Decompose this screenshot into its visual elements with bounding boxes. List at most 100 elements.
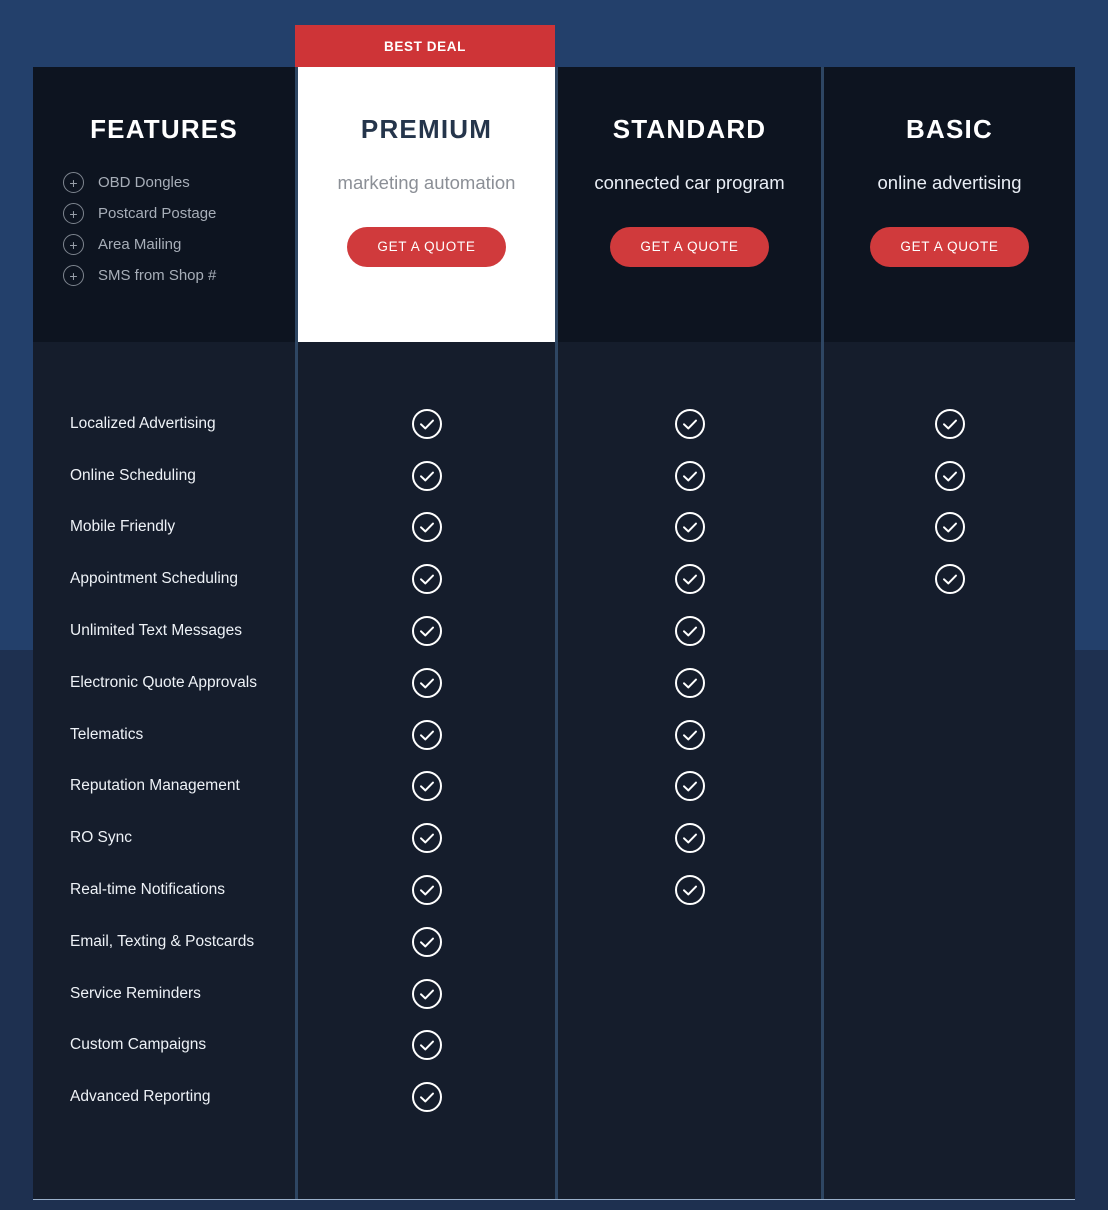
extra-item-label: SMS from Shop #	[98, 267, 217, 284]
premium-check-rows	[298, 342, 555, 1200]
check-circle-icon	[674, 719, 706, 751]
check-circle-icon	[411, 719, 443, 751]
column-basic: BASIC online advertising GET A QUOTE	[821, 67, 1075, 1200]
feature-row-label: Appointment Scheduling	[70, 570, 239, 588]
feature-cell-empty	[934, 874, 966, 906]
table-body: FEATURES + OBD Dongles + Postcard Postag…	[33, 67, 1075, 1201]
feature-row-label: Mobile Friendly	[70, 518, 176, 536]
feature-row-label: Reputation Management	[70, 777, 240, 795]
feature-row-label: Telematics	[70, 725, 144, 743]
feature-cell-empty	[674, 1029, 706, 1061]
extra-item-sms-from-shop[interactable]: + SMS from Shop #	[63, 260, 295, 291]
plan-subtitle-standard: connected car program	[594, 172, 785, 193]
features-header: FEATURES + OBD Dongles + Postcard Postag…	[33, 67, 295, 342]
feature-row-label: Service Reminders	[70, 984, 201, 1002]
feature-cell-standard	[558, 553, 821, 605]
plan-subtitle-premium: marketing automation	[337, 172, 516, 193]
basic-check-rows	[824, 342, 1075, 1200]
feature-cell-basic	[824, 968, 1075, 1020]
feature-cell-empty	[674, 1081, 706, 1113]
feature-cell-basic	[824, 761, 1075, 813]
get-a-quote-button-standard[interactable]: GET A QUOTE	[610, 227, 769, 267]
extra-item-label: OBD Dongles	[98, 174, 190, 191]
best-deal-badge: BEST DEAL	[295, 25, 555, 67]
feature-cell-standard	[558, 968, 821, 1020]
standard-header: STANDARD connected car program GET A QUO…	[558, 67, 821, 342]
feature-cell-basic	[824, 916, 1075, 968]
feature-cell-empty	[934, 615, 966, 647]
feature-cell-basic	[824, 657, 1075, 709]
basic-header: BASIC online advertising GET A QUOTE	[824, 67, 1075, 342]
premium-header: PREMIUM marketing automation GET A QUOTE	[298, 67, 555, 342]
check-circle-icon	[934, 563, 966, 595]
check-circle-icon	[674, 770, 706, 802]
feature-cell-empty	[674, 978, 706, 1010]
feature-cell-basic	[824, 1071, 1075, 1123]
check-circle-icon	[411, 563, 443, 595]
banner-row: BEST DEAL	[33, 25, 1075, 67]
feature-cell-basic	[824, 1020, 1075, 1072]
feature-cell-standard	[558, 450, 821, 502]
plan-title-standard: STANDARD	[612, 114, 767, 144]
feature-cell-empty	[674, 926, 706, 958]
features-extras-list: + OBD Dongles + Postcard Postage + Area …	[33, 167, 295, 291]
feature-cell-standard	[558, 864, 821, 916]
check-circle-icon	[934, 511, 966, 543]
check-circle-icon	[934, 408, 966, 440]
plus-circle-icon: +	[63, 172, 84, 193]
check-circle-icon	[411, 615, 443, 647]
feature-cell-premium	[298, 916, 555, 968]
features-title: FEATURES	[90, 114, 238, 144]
feature-cell-premium	[298, 657, 555, 709]
plus-circle-icon: +	[63, 203, 84, 224]
plan-title-premium: PREMIUM	[360, 114, 493, 144]
feature-cell-empty	[934, 719, 966, 751]
check-circle-icon	[934, 460, 966, 492]
feature-cell-premium	[298, 812, 555, 864]
extra-item-postcard-postage[interactable]: + Postcard Postage	[63, 198, 295, 229]
check-circle-icon	[674, 460, 706, 492]
check-circle-icon	[411, 978, 443, 1010]
extra-item-obd-dongles[interactable]: + OBD Dongles	[63, 167, 295, 198]
feature-row-label: Custom Campaigns	[70, 1036, 207, 1054]
feature-row-label: Online Scheduling	[70, 466, 196, 484]
feature-cell-standard	[558, 916, 821, 968]
column-features: FEATURES + OBD Dongles + Postcard Postag…	[33, 67, 295, 1200]
feature-cell-standard	[558, 605, 821, 657]
feature-row-label: Advanced Reporting	[70, 1088, 211, 1106]
feature-label-rows: Localized Advertising Online Scheduling Mo…	[33, 342, 295, 1200]
check-circle-icon	[674, 511, 706, 543]
feature-row-label: RO Sync	[70, 829, 133, 847]
feature-cell-empty	[934, 1029, 966, 1061]
check-circle-icon	[674, 874, 706, 906]
check-circle-icon	[411, 460, 443, 492]
feature-cell-standard	[558, 657, 821, 709]
feature-cell-standard	[558, 1071, 821, 1123]
extra-item-label: Area Mailing	[98, 236, 182, 253]
feature-cell-basic	[824, 709, 1075, 761]
feature-cell-premium	[298, 864, 555, 916]
check-circle-icon	[674, 667, 706, 699]
feature-cell-basic	[824, 398, 1075, 450]
column-standard: STANDARD connected car program GET A QUO…	[555, 67, 821, 1200]
check-circle-icon	[411, 926, 443, 958]
check-circle-icon	[411, 667, 443, 699]
get-a-quote-button-basic[interactable]: GET A QUOTE	[870, 227, 1029, 267]
feature-cell-standard	[558, 502, 821, 554]
extra-item-area-mailing[interactable]: + Area Mailing	[63, 229, 295, 260]
check-circle-icon	[674, 615, 706, 647]
feature-row-label: Electronic Quote Approvals	[70, 673, 257, 691]
feature-cell-premium	[298, 450, 555, 502]
feature-row-label: Real-time Notifications	[70, 881, 226, 899]
feature-cell-premium	[298, 1020, 555, 1072]
feature-cell-standard	[558, 1020, 821, 1072]
plan-subtitle-basic: online advertising	[877, 172, 1022, 193]
get-a-quote-button-premium[interactable]: GET A QUOTE	[347, 227, 506, 267]
check-circle-icon	[411, 770, 443, 802]
feature-cell-basic	[824, 864, 1075, 916]
feature-cell-premium	[298, 398, 555, 450]
feature-cell-premium	[298, 605, 555, 657]
feature-cell-basic	[824, 502, 1075, 554]
feature-cell-empty	[934, 667, 966, 699]
check-circle-icon	[411, 511, 443, 543]
